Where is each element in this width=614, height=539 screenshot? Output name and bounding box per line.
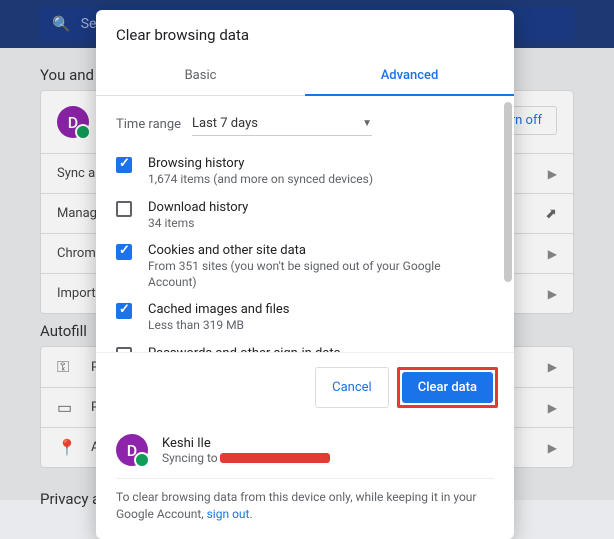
option-title: Cached images and files bbox=[148, 302, 490, 317]
checkbox[interactable] bbox=[116, 347, 132, 352]
time-range-label: Time range bbox=[116, 117, 192, 132]
option-title: Download history bbox=[148, 200, 490, 215]
tab-basic[interactable]: Basic bbox=[96, 58, 305, 95]
profile-sync: Syncing to bbox=[162, 451, 330, 465]
option-row: Cached images and filesLess than 319 MB bbox=[116, 296, 502, 340]
profile-info: D Keshi Ile Syncing to bbox=[116, 434, 494, 479]
scrollbar[interactable] bbox=[504, 102, 512, 282]
profile-name: Keshi Ile bbox=[162, 436, 330, 451]
option-subtitle: 1,674 items (and more on synced devices) bbox=[148, 172, 490, 188]
option-row: Download history34 items bbox=[116, 194, 502, 238]
option-row: Browsing history1,674 items (and more on… bbox=[116, 150, 502, 194]
checkbox[interactable] bbox=[116, 303, 132, 319]
option-subtitle: From 351 sites (you won't be signed out … bbox=[148, 259, 490, 290]
dialog-title: Clear browsing data bbox=[96, 10, 514, 58]
sign-out-link[interactable]: sign out bbox=[207, 507, 250, 521]
checkbox[interactable] bbox=[116, 201, 132, 217]
caret-down-icon: ▼ bbox=[362, 118, 372, 129]
tab-advanced[interactable]: Advanced bbox=[305, 58, 514, 95]
option-subtitle: Less than 319 MB bbox=[148, 318, 490, 334]
redacted-email bbox=[220, 453, 330, 463]
highlight-box: Clear data bbox=[397, 367, 498, 408]
time-range-select[interactable]: Last 7 days ▼ bbox=[192, 112, 372, 136]
cancel-button[interactable]: Cancel bbox=[315, 367, 389, 408]
option-row: Passwords and other sign-in data5 passwo… bbox=[116, 340, 502, 352]
option-row: Cookies and other site dataFrom 351 site… bbox=[116, 237, 502, 296]
clear-data-button[interactable]: Clear data bbox=[402, 372, 493, 403]
option-title: Passwords and other sign-in data bbox=[148, 346, 490, 352]
option-title: Cookies and other site data bbox=[148, 243, 490, 258]
option-subtitle: 34 items bbox=[148, 216, 490, 232]
clear-browsing-data-dialog: Clear browsing data Basic Advanced Time … bbox=[96, 10, 514, 539]
checkbox[interactable] bbox=[116, 244, 132, 260]
option-title: Browsing history bbox=[148, 156, 490, 171]
avatar: D bbox=[116, 434, 148, 466]
footer-note: To clear browsing data from this device … bbox=[116, 479, 494, 523]
checkbox[interactable] bbox=[116, 157, 132, 173]
